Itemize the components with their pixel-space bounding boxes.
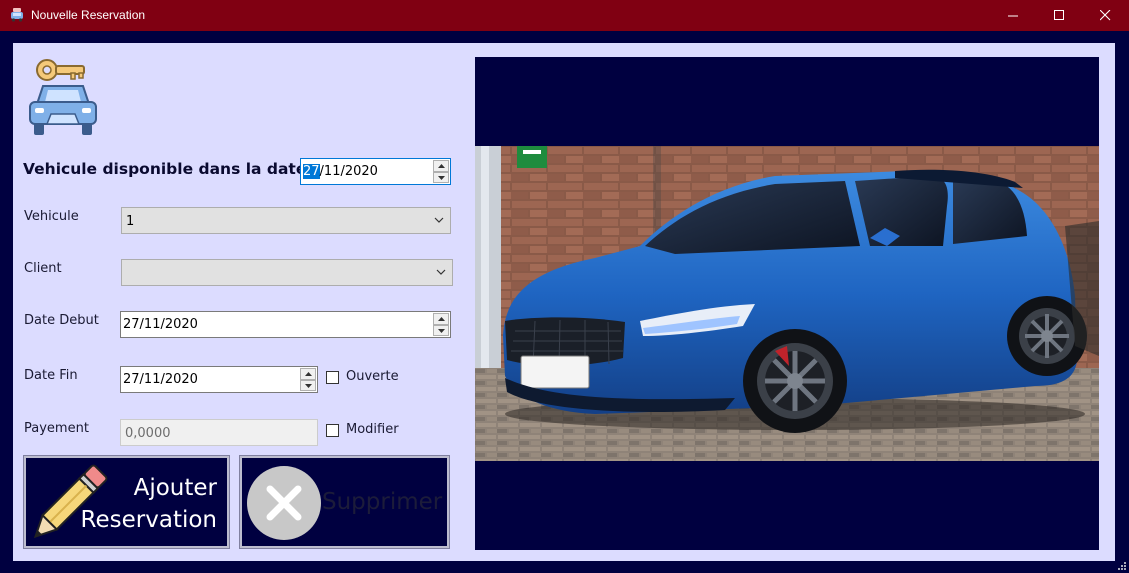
date-day-segment[interactable]: 27: [303, 164, 320, 179]
resize-grip-icon[interactable]: [1117, 561, 1127, 571]
caret-down-icon: [438, 175, 445, 180]
client-combobox[interactable]: [121, 259, 453, 286]
date-debut-picker[interactable]: 27/11/2020: [120, 311, 451, 338]
car-photo: [475, 146, 1099, 461]
car-key-logo-icon: [29, 59, 97, 135]
close-button[interactable]: [1083, 0, 1129, 31]
date-debut-spinner[interactable]: [433, 313, 449, 336]
modifier-checkbox[interactable]: Modifier: [326, 422, 406, 440]
date-fin-value: 27/11/2020: [123, 372, 198, 387]
window-title: Nouvelle Reservation: [31, 8, 146, 22]
vehicule-disponible-label: Vehicule disponible dans la date :: [23, 160, 318, 178]
modifier-checkbox-box[interactable]: [326, 424, 339, 437]
ouverte-label: Ouverte: [346, 369, 399, 384]
payement-input: 0,0000: [120, 419, 318, 446]
caret-down-icon: [438, 328, 445, 333]
vehicule-value: 1: [126, 214, 135, 229]
client-label: Client: [24, 261, 62, 276]
ajouter-line2: Reservation: [80, 507, 217, 533]
delete-x-icon: [247, 466, 321, 540]
caret-up-icon: [438, 317, 445, 321]
date-fin-label: Date Fin: [24, 368, 78, 383]
car-app-icon: [11, 8, 23, 22]
spin-down-button[interactable]: [300, 379, 316, 391]
vehicule-combobox[interactable]: 1: [121, 207, 451, 234]
date-disponible-picker[interactable]: 27/11/2020: [300, 158, 451, 185]
date-debut-label: Date Debut: [24, 313, 99, 328]
payement-value: 0,0000: [125, 426, 171, 441]
chevron-down-icon: [436, 269, 446, 275]
supprimer-button[interactable]: Supprimer: [239, 455, 450, 549]
ouverte-checkbox-box[interactable]: [326, 371, 339, 384]
close-icon: [1100, 10, 1111, 21]
date-disponible-spinner[interactable]: [433, 160, 449, 183]
spin-up-button[interactable]: [433, 313, 449, 325]
minimize-icon: [1008, 15, 1018, 17]
minimize-button[interactable]: [991, 0, 1037, 31]
ajouter-reservation-button[interactable]: Ajouter Reservation: [23, 455, 230, 549]
spin-down-button[interactable]: [433, 171, 449, 183]
vehicle-photo-panel: [475, 57, 1099, 550]
spin-up-button[interactable]: [433, 160, 449, 172]
date-debut-value: 27/11/2020: [123, 317, 198, 332]
title-bar: Nouvelle Reservation: [0, 0, 1129, 31]
supprimer-label: Supprimer: [322, 489, 443, 515]
date-fin-spinner[interactable]: [300, 368, 316, 391]
caret-up-icon: [438, 164, 445, 168]
caret-up-icon: [305, 372, 312, 376]
chevron-down-icon: [434, 217, 444, 223]
maximize-button[interactable]: [1037, 0, 1083, 31]
caret-down-icon: [305, 383, 312, 388]
vehicule-label: Vehicule: [24, 209, 79, 224]
spin-down-button[interactable]: [433, 324, 449, 336]
modifier-label: Modifier: [346, 422, 399, 437]
ouverte-checkbox[interactable]: Ouverte: [326, 369, 406, 387]
payement-label: Payement: [24, 421, 89, 436]
maximize-icon: [1054, 10, 1064, 20]
ajouter-line1: Ajouter: [133, 475, 217, 501]
date-rest-segment: /11/2020: [319, 164, 378, 179]
date-fin-picker[interactable]: 27/11/2020: [120, 366, 318, 393]
spin-up-button[interactable]: [300, 368, 316, 380]
